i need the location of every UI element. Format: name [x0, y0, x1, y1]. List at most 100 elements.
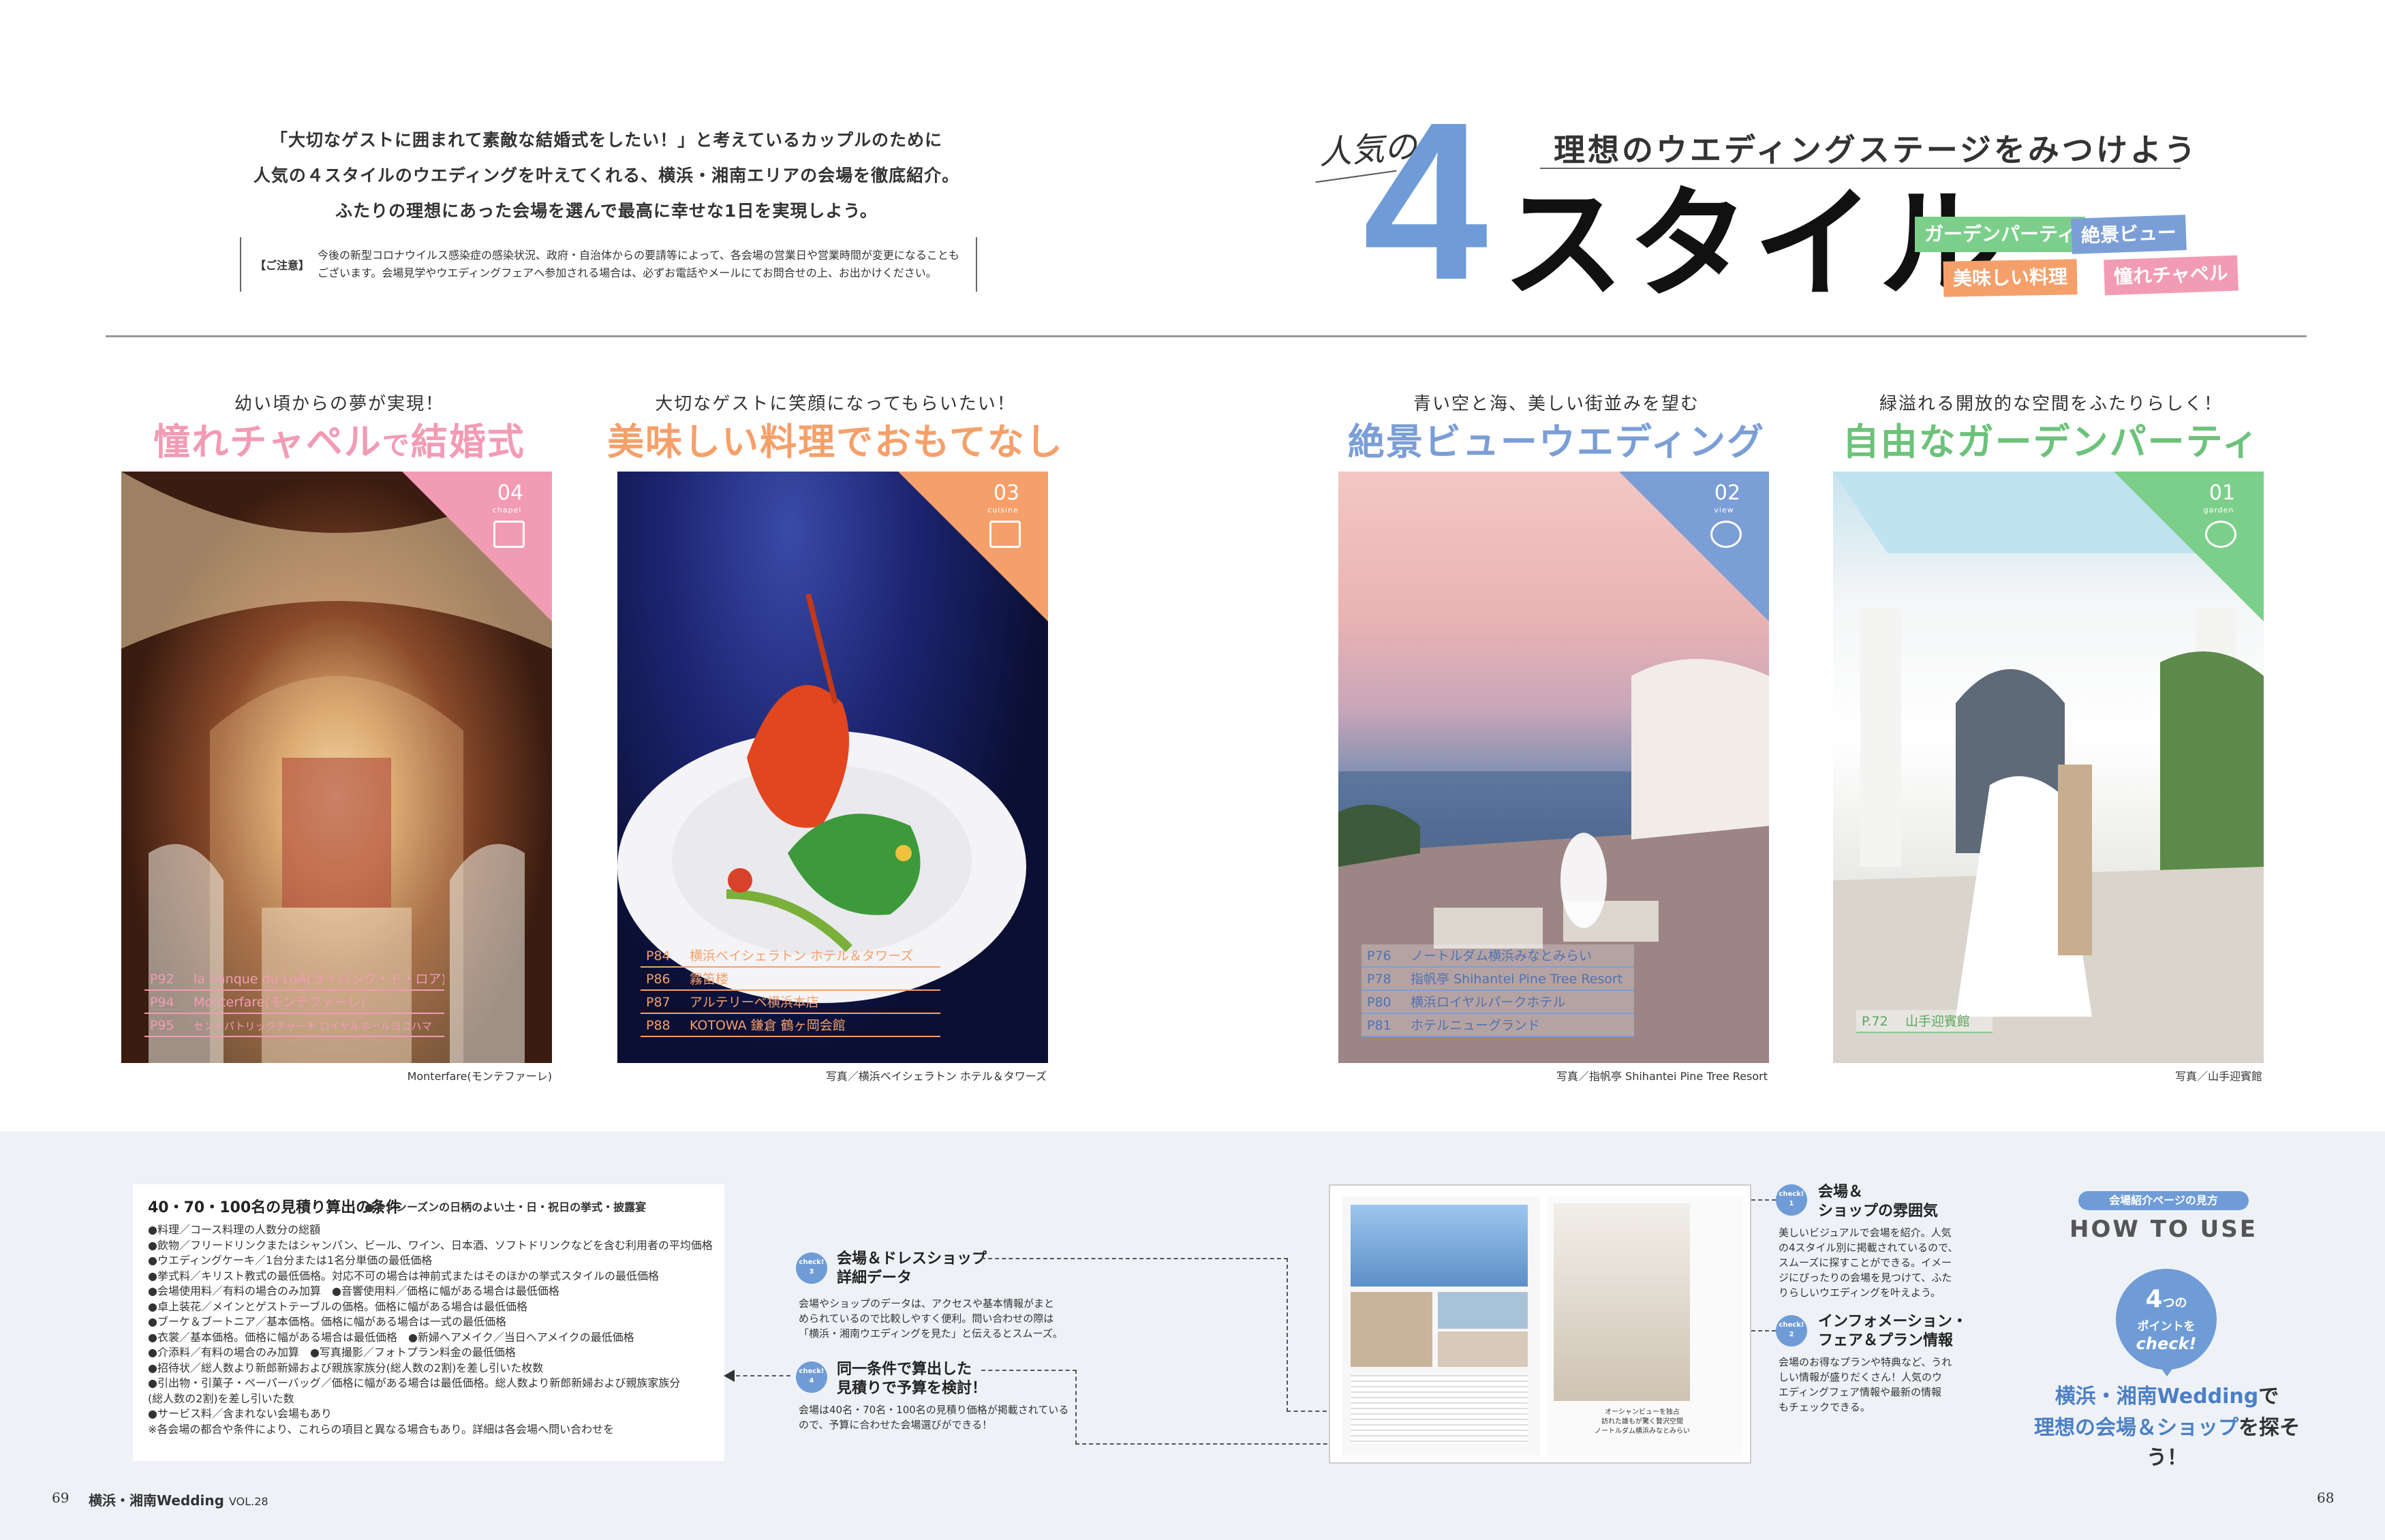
check-1-desc: 美しいビジュアルで会場を紹介。人気 の4スタイル別に掲載されているので、 スムー… [1779, 1225, 1958, 1300]
spread-text-block [1351, 1375, 1528, 1443]
card-view-photo: 02 view P76 ノートルダム横浜みなとみらい P78 指帆亭 Shihant… [1338, 472, 1769, 1063]
check-4-title-line-2: 見積りで予算を検討！ [837, 1380, 987, 1397]
intro-line-2: 人気の４スタイルのウエディングを叶えてくれる、横浜・湘南エリアの会場を徹底紹介。 [253, 166, 960, 185]
page-number: P86 [646, 972, 671, 987]
card-cuisine-title-a: 美味しい料理 [607, 420, 837, 463]
check-1-desc-line: りらしいウエディングを叶えよう。 [1779, 1287, 1941, 1299]
card-cuisine-photo: 03 cuisine P84 横浜ベイシェラトン ホテル＆タワーズ P86 霧笛楼 … [617, 472, 1048, 1063]
check-2-badge: check! 2 [1776, 1315, 1807, 1346]
magazine-vol: VOL.28 [228, 1495, 268, 1508]
page-link[interactable]: P78 指帆亭 Shihantei Pine Tree Resort [1361, 968, 1634, 991]
venue-name: ノートルダム横浜みなとみらい [1411, 949, 1592, 964]
estimate-conditions-box: 40・70・100名の見積り算出の条件 ●オンシーズンの日柄のよい土・日・祝日の… [133, 1184, 724, 1461]
magazine-footer: 横浜・湘南Wedding VOL.28 [89, 1490, 268, 1509]
card-view-title-a: 絶景ビュー [1347, 420, 1539, 463]
venue-name: KOTOWA 鎌倉 鶴ヶ岡会館 [690, 1018, 846, 1033]
page-link[interactable]: P88 KOTOWA 鎌倉 鶴ヶ岡会館 [641, 1014, 940, 1037]
condition-item: ●料理／コース料理の人数分の総額 [148, 1223, 321, 1236]
condition-item: ●招待状／総人数より新郎新婦および親族家族分(総人数の2割)を差し引いた枚数 [148, 1361, 544, 1374]
page-link[interactable]: P94 Monterfare(モンテファーレ) [144, 991, 444, 1014]
spread-caption-line: ノートルダム横浜みなとみらい [1595, 1428, 1690, 1435]
card-cuisine-title: 美味しい料理でおもてなし [604, 412, 1067, 465]
spread-photo [1438, 1292, 1528, 1329]
cloche-icon [989, 521, 1021, 548]
page-number: P95 [150, 1018, 174, 1033]
title-big-number: 4 [1363, 75, 1488, 326]
card-garden-title-a: 自由な [1842, 420, 1957, 463]
intro-line-1: 「大切なゲストに囲まれて素敵な結婚式をしたい！」と考えているカップルのために [270, 130, 942, 150]
condition-item: ●飲物／フリードリンクまたはシャンパン、ビール、ワイン、日本酒、ソフトドリンクな… [148, 1238, 713, 1252]
page-number: P92 [150, 972, 174, 987]
page-link[interactable]: P.72 山手迎賓館 [1856, 1010, 1992, 1033]
spread-photo [1554, 1203, 1690, 1401]
check-3-desc: 会場やショップのデータは、アクセスや基本情報がまと められているので比較しやすく… [799, 1296, 1063, 1341]
card-chapel-title-b: で [382, 430, 411, 461]
page-number-left: 69 [52, 1490, 70, 1506]
tag-chapel: 憧れチャペル [2104, 255, 2238, 296]
sun-icon [1710, 521, 1742, 548]
notice-label: 【ご注意】 [255, 259, 310, 272]
page-number: P94 [150, 995, 174, 1010]
howto-circle-num-suffix: つの [2162, 1296, 2187, 1310]
condition-item: (総人数の2割)を差し引いた数 [148, 1391, 294, 1405]
check-4-badge: check! 4 [796, 1361, 827, 1393]
check-1-title-line-1: 会場＆ [1818, 1184, 1864, 1201]
card-garden-pages: P.72 山手迎賓館 [1856, 1010, 1992, 1033]
card-garden-title: 自由なガーデンパーティ [1819, 412, 2283, 465]
page-link[interactable]: P86 霧笛楼 [641, 968, 940, 991]
howto-circle-tail [2160, 1367, 2174, 1376]
venue-name: Monterfare(モンテファーレ) [194, 995, 366, 1010]
card-garden-title-b: ガーデンパーティ [1956, 420, 2260, 463]
page-link[interactable]: P95 セントパトリックチャーチ ロイヤルホールヨコハマ [144, 1014, 444, 1037]
howto-circle-number: 4つの [2116, 1285, 2217, 1313]
card-chapel-en: chapel [492, 506, 522, 514]
venue-name: セントパトリックチャーチ ロイヤルホールヨコハマ [194, 1020, 432, 1032]
check-2-title-line-2: フェア＆プラン情報 [1818, 1332, 1954, 1349]
page-number: P84 [646, 949, 671, 964]
section-divider [106, 335, 2307, 337]
page-link[interactable]: P87 アルテリーベ横浜本店 [641, 991, 940, 1014]
page-link[interactable]: P84 横浜ベイシェラトン ホテル＆タワーズ [641, 944, 940, 968]
condition-item: ●ブーケ＆ブートニア／基本価格。価格に幅がある場合は一式の最低価格 [148, 1315, 506, 1328]
page-number: P87 [646, 995, 671, 1010]
page-link[interactable]: P81 ホテルニューグランド [1361, 1014, 1634, 1037]
card-view-number: 02 [1714, 481, 1741, 505]
magazine-name: 横浜・湘南Wedding [89, 1492, 224, 1509]
spread-photo [1438, 1331, 1528, 1367]
card-cuisine-number: 03 [993, 481, 1020, 505]
connector-line [1075, 1443, 1341, 1445]
check-2-desc: 会場のお得なプランや特典など、うれ しい情報が盛りだくさん！人気のウ エディング… [1779, 1355, 1952, 1415]
spread-photo [1351, 1205, 1528, 1287]
check-2-desc-line: 会場のお得なプランや特典など、うれ [1779, 1356, 1952, 1368]
check-2-title: インフォメーション・ フェア＆プラン情報 [1818, 1312, 1967, 1351]
card-chapel-credit: Monterfare(モンテファーレ) [407, 1070, 552, 1083]
condition-item: ●挙式料／キリスト教式の最低価格。対応不可の場合は神前式またはそのほかの挙式スタ… [148, 1269, 659, 1282]
page-link[interactable]: P80 横浜ロイヤルパークホテル [1361, 991, 1634, 1014]
conditions-list: ●料理／コース料理の人数分の総額 ●飲物／フリードリンクまたはシャンパン、ビール… [148, 1222, 713, 1437]
venue-name: 横浜ベイシェラトン ホテル＆タワーズ [690, 949, 914, 964]
check-3-desc-line: 会場やショップのデータは、アクセスや基本情報がまと [799, 1297, 1055, 1310]
page-link[interactable]: P76 ノートルダム横浜みなとみらい [1361, 944, 1634, 968]
check-2-title-line-1: インフォメーション・ [1818, 1313, 1967, 1330]
venue-name: la banque du LoA(ラ・バンク・ド・ロア) [194, 972, 444, 987]
howto-cta-de: で [2258, 1385, 2279, 1408]
venue-name: 指帆亭 Shihantei Pine Tree Resort [1411, 972, 1623, 987]
check-1-title-line-2: ショップの雰囲気 [1818, 1203, 1939, 1220]
spread-right-page: オーシャンビューを独占 訪れた誰もが驚く贅沢空間 ノートルダム横浜みなとみらい [1547, 1197, 1743, 1456]
page-number: P80 [1367, 995, 1391, 1010]
connector-line [1751, 1330, 1776, 1331]
check-2-desc-line: もチェックできる。 [1779, 1401, 1871, 1413]
card-cuisine-title-b: でおもてなし [836, 420, 1064, 463]
notice-text: 今後の新型コロナウイルス感染症の感染状況、政府・自治体からの要請等によって、各会… [318, 247, 965, 282]
check-1-title: 会場＆ ショップの雰囲気 [1818, 1183, 1938, 1221]
card-view-title-b: ウエディング [1538, 420, 1766, 463]
title-subtitle: 理想のウエディングステージをみつけよう [1554, 132, 2198, 168]
connector-line [736, 1375, 790, 1376]
page-link[interactable]: P92 la banque du LoA(ラ・バンク・ド・ロア) [144, 968, 444, 991]
card-view-credit: 写真／指帆亭 Shihantei Pine Tree Resort [1556, 1070, 1768, 1083]
check-2-desc-line: しい情報が盛りだくさん！人気のウ [1779, 1371, 1943, 1383]
card-view-en: view [1714, 506, 1734, 514]
conditions-title: 40・70・100名の見積り算出の条件 [148, 1199, 401, 1216]
page-number: P81 [1367, 1018, 1391, 1033]
chapel-icon [493, 521, 525, 548]
